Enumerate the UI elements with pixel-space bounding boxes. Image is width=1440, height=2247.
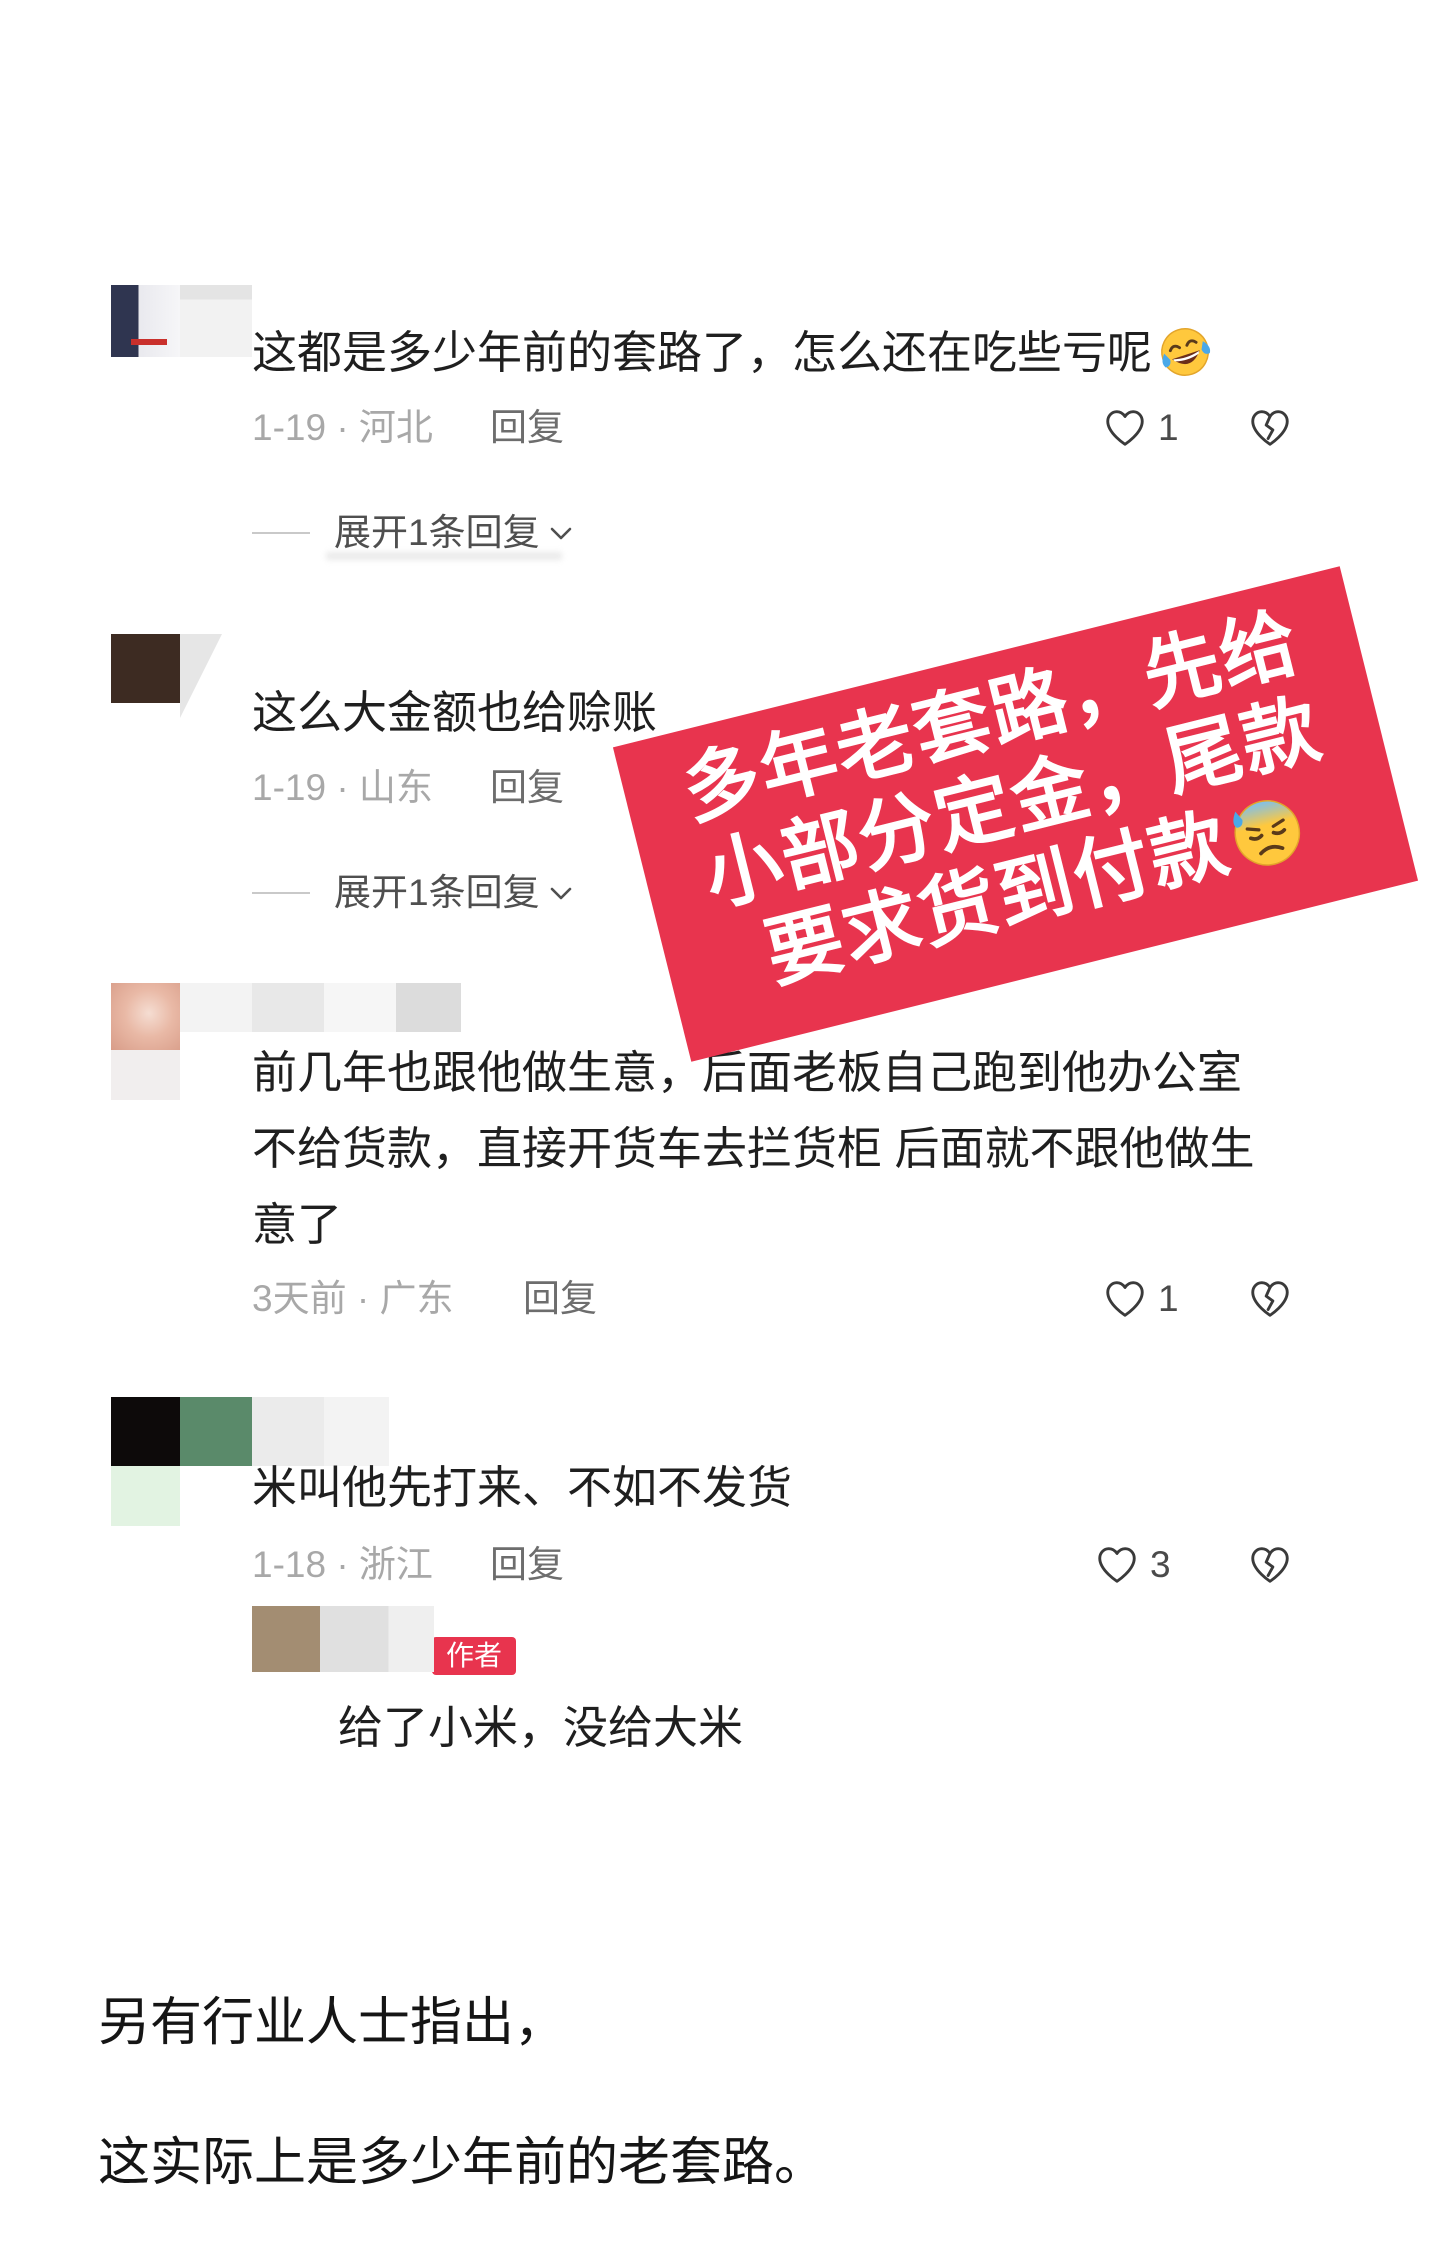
- comment-text: 米叫他先打来、不如不发货: [252, 1458, 792, 1518]
- comment-text: 这么大金额也给赊账: [252, 683, 657, 743]
- expand-replies-label: 展开1条回复: [334, 512, 540, 553]
- avatar-mark: [131, 339, 167, 345]
- blurred-username[interactable]: [180, 1397, 389, 1466]
- comment-date-location: 3天前 · 广东: [252, 1278, 454, 1319]
- blurred-username[interactable]: [180, 634, 222, 718]
- heart-outline-icon: [1102, 405, 1148, 451]
- blurred-username[interactable]: [180, 285, 252, 357]
- reply-avatar[interactable]: [252, 1606, 320, 1672]
- user-avatar[interactable]: [111, 983, 180, 1050]
- like-button[interactable]: [1094, 1542, 1140, 1588]
- like-count: 3: [1150, 1544, 1171, 1585]
- comment-date-location: 1-19 · 山东: [252, 767, 433, 808]
- chevron-down-icon: [548, 520, 574, 546]
- broken-heart-icon: [1247, 1542, 1293, 1588]
- heart-outline-icon: [1094, 1542, 1140, 1588]
- blurred-avatar-lower: [111, 1466, 180, 1526]
- comment-text-content: 米叫他先打来、不如不发货: [252, 1462, 793, 1513]
- reply-button[interactable]: 回复: [490, 764, 564, 812]
- dislike-button[interactable]: [1247, 1276, 1293, 1322]
- blurred-username[interactable]: [180, 983, 461, 1032]
- like-count: 1: [1158, 1278, 1179, 1319]
- reply-button[interactable]: 回复: [523, 1275, 597, 1323]
- user-avatar[interactable]: [111, 1397, 180, 1466]
- broken-heart-icon: [1247, 1276, 1293, 1322]
- dislike-button[interactable]: [1247, 405, 1293, 451]
- article-paragraph: 另有行业人士指出，: [98, 1993, 567, 2053]
- comment-date-location: 1-19 · 河北: [252, 407, 433, 448]
- article-paragraph: 这实际上是多少年前的老套路。: [98, 2133, 827, 2193]
- expand-replies-button[interactable]: 展开1条回复: [334, 869, 574, 917]
- laughing-tears-emoji-icon: [1161, 328, 1211, 377]
- expand-replies-button[interactable]: 展开1条回复: [334, 509, 574, 557]
- author-badge: 作者: [432, 1637, 516, 1675]
- downcast-sweat-emoji-icon: [1232, 799, 1300, 866]
- comment-text: 这都是多少年前的套路了，怎么还在吃些亏呢: [252, 323, 1214, 383]
- comment-text-line: 不给货款，直接开货车去拦货柜 后面就不跟他做生: [252, 1123, 1255, 1174]
- reply-button[interactable]: 回复: [490, 1541, 564, 1589]
- broken-heart-icon: [1247, 405, 1293, 451]
- heart-outline-icon: [1102, 1276, 1148, 1322]
- comment-date-location: 1-18 · 浙江: [252, 1544, 433, 1585]
- page: 这都是多少年前的套路了，怎么还在吃些亏呢 1-19 · 河北 回复 1 展开1条…: [0, 0, 1440, 2247]
- comment-text-content: 这都是多少年前的套路了，怎么还在吃些亏呢: [252, 327, 1153, 378]
- comment-text-content: 这么大金额也给赊账: [252, 687, 658, 738]
- expand-divider: [252, 532, 310, 534]
- comment-text: 前几年也跟他做生意，后面老板自己跑到他办公室 不给货款，直接开货车去拦货柜 后面…: [252, 1035, 1255, 1263]
- expand-replies-label: 展开1条回复: [334, 872, 540, 913]
- reply-button[interactable]: 回复: [490, 404, 564, 452]
- expand-divider: [252, 892, 310, 894]
- blurred-username[interactable]: [320, 1606, 434, 1672]
- chevron-down-icon: [548, 880, 574, 906]
- author-reply-text: 给了小米，没给大米: [338, 1702, 744, 1753]
- user-avatar[interactable]: [111, 285, 180, 357]
- like-button[interactable]: [1102, 1276, 1148, 1322]
- user-avatar[interactable]: [111, 634, 180, 703]
- dislike-button[interactable]: [1247, 1542, 1293, 1588]
- comment-text-line: 意了: [252, 1199, 343, 1250]
- like-button[interactable]: [1102, 405, 1148, 451]
- blurred-avatar-lower: [111, 1050, 180, 1100]
- like-count: 1: [1158, 407, 1179, 448]
- overlay-banner: 多年老套路，先给 小部分定金，尾款 要求货到付款: [612, 566, 1419, 1062]
- comment-text-line: 前几年也跟他做生意，后面老板自己跑到他办公室: [252, 1047, 1243, 1098]
